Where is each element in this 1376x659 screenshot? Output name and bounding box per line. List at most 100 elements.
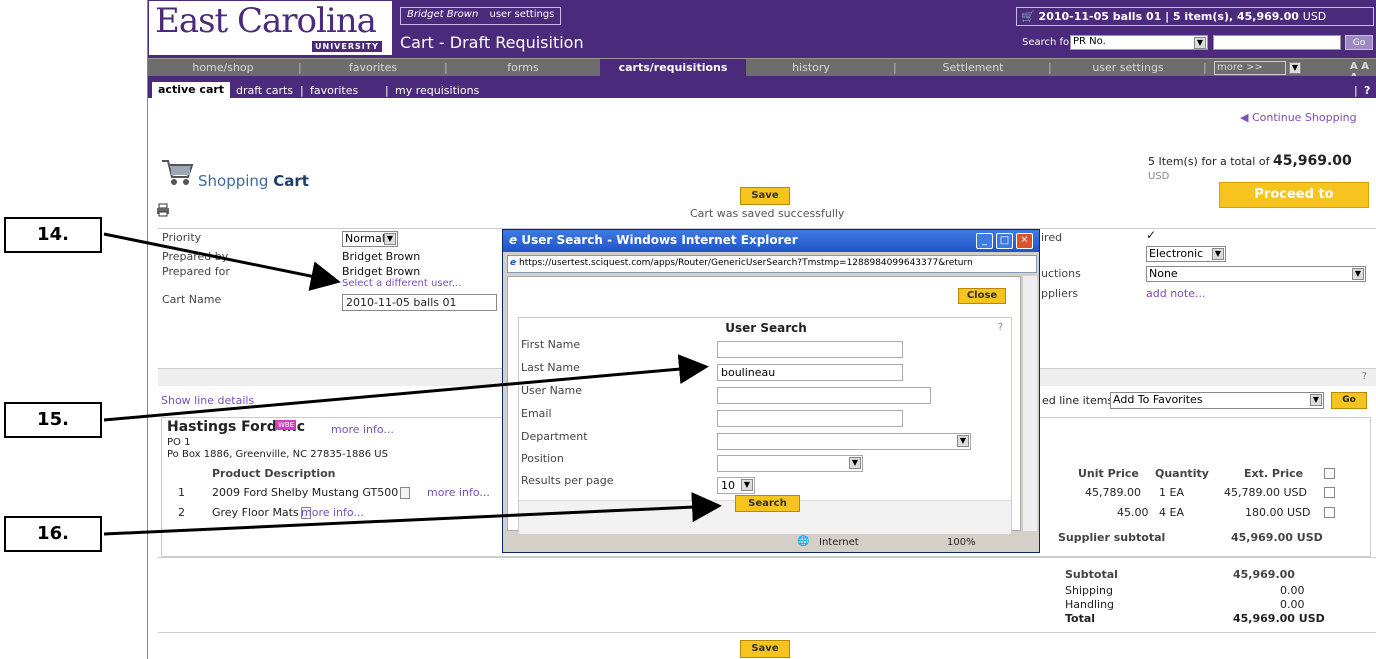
row-more-info-link[interactable]: more info... <box>301 506 364 519</box>
main-nav: home/shop | favorites | forms carts/requ… <box>148 58 1376 83</box>
results-per-page-select[interactable]: 10 ▼ <box>717 477 755 494</box>
first-name-input[interactable] <box>717 341 903 358</box>
supplier-more-info-link[interactable]: more info... <box>331 423 394 436</box>
address-bar[interactable]: e https://usertest.sciquest.com/apps/Rou… <box>507 255 1037 273</box>
row-checkbox[interactable] <box>1324 487 1335 498</box>
cart-icon: 🛒 <box>1021 10 1035 23</box>
row-description-text: Grey Floor Mats <box>212 506 299 519</box>
row-description[interactable]: Grey Floor Mats <box>212 506 311 519</box>
nav-forms[interactable]: forms <box>448 59 598 77</box>
last-name-input[interactable]: boulineau <box>717 364 903 381</box>
chevron-down-icon: ▼ <box>1212 248 1224 260</box>
results-per-page-label: Results per page <box>521 474 614 487</box>
chevron-down-icon[interactable]: ▼ <box>1289 62 1301 74</box>
tab-my-requisitions[interactable]: my requisitions <box>395 84 479 97</box>
cart-name-input[interactable]: 2010-11-05 balls 01 <box>342 294 497 311</box>
row-quantity: 4 EA <box>1159 506 1184 519</box>
zoom-level[interactable]: 100% <box>947 537 976 548</box>
callout-16: 16. <box>4 516 102 552</box>
user-search-popup: e User Search - Windows Internet Explore… <box>502 229 1040 553</box>
row-more-info-link[interactable]: more info... <box>427 486 490 499</box>
shipping-value: 0.00 <box>1280 584 1305 597</box>
nav-home-shop[interactable]: home/shop <box>148 59 298 77</box>
minimize-icon[interactable]: _ <box>976 233 993 249</box>
prepared-for-label: Prepared for <box>162 265 230 278</box>
position-label: Position <box>521 452 564 465</box>
show-line-details-link[interactable]: Show line details <box>161 394 254 407</box>
position-select[interactable]: ▼ <box>717 455 863 472</box>
document-icon[interactable] <box>400 487 411 499</box>
add-note-link[interactable]: add note... <box>1146 287 1205 300</box>
delivery-method-select[interactable]: Electronic ▼ <box>1146 246 1226 262</box>
nav-favorites[interactable]: favorites <box>308 59 438 77</box>
help-icon[interactable]: ? <box>998 322 1003 333</box>
shipping-label: Shipping <box>1065 584 1113 597</box>
row-checkbox[interactable] <box>1324 507 1335 518</box>
maximize-icon[interactable]: □ <box>996 233 1013 249</box>
search-button[interactable]: Search <box>735 495 800 512</box>
search-type-select[interactable]: PR No. ▼ <box>1070 35 1208 50</box>
subtotal-value: 45,969.00 <box>1233 568 1295 581</box>
globe-icon: 🌐 <box>797 536 810 547</box>
tab-draft-carts[interactable]: draft carts <box>236 84 293 97</box>
required-checkbox[interactable]: ✓ <box>1146 229 1157 241</box>
chevron-down-icon: ▼ <box>1352 268 1364 280</box>
chevron-down-icon: ▼ <box>1310 394 1322 406</box>
handling-label: Handling <box>1065 598 1115 611</box>
search-input[interactable] <box>1213 35 1341 50</box>
search-go-button[interactable]: Go <box>1345 35 1373 50</box>
line-action-select[interactable]: Add To Favorites ▼ <box>1110 392 1324 409</box>
user-strip: Bridget Brown user settings <box>400 7 562 25</box>
line-action-go-button[interactable]: Go <box>1331 392 1367 409</box>
user-settings-link[interactable]: user settings <box>490 9 555 20</box>
tab-favorites[interactable]: favorites <box>310 84 358 97</box>
help-icon[interactable]: ? <box>1364 84 1370 97</box>
cart-summary-text: 2010-11-05 balls 01 | 5 item(s), 45,969.… <box>1038 10 1299 23</box>
close-icon[interactable]: ✕ <box>1016 233 1033 249</box>
user-name[interactable]: Bridget Brown <box>407 9 478 20</box>
select-different-user-link[interactable]: Select a different user... <box>342 278 461 289</box>
close-button[interactable]: Close <box>958 288 1006 304</box>
nav-carts-requisitions[interactable]: carts/requisitions <box>600 59 746 77</box>
print-icon[interactable] <box>156 203 170 217</box>
cart-total: 5 Item(s) for a total of 45,969.00 USD <box>1148 153 1376 182</box>
priority-select[interactable]: Normal ▼ <box>342 231 398 247</box>
save-button-bottom[interactable]: Save <box>740 640 790 658</box>
nav-separator: | <box>385 84 389 97</box>
user-search-heading: User Search <box>725 321 807 335</box>
continue-shopping-link[interactable]: ◀ Continue Shopping <box>1240 111 1357 124</box>
popup-title: User Search - Windows Internet Explorer <box>521 233 798 247</box>
popup-scrollbar[interactable] <box>1022 276 1037 531</box>
col-quantity: Quantity <box>1155 467 1209 480</box>
col-unit-price: Unit Price <box>1078 467 1139 480</box>
user-name-input[interactable] <box>717 387 931 404</box>
department-select[interactable]: ▼ <box>717 433 971 450</box>
help-icon[interactable]: ? <box>1362 371 1367 382</box>
proceed-to-checkout-button[interactable]: Proceed to Checkout <box>1219 182 1369 226</box>
tab-active-cart[interactable]: active cart <box>152 82 231 98</box>
department-label: Department <box>521 430 588 443</box>
select-all-checkbox[interactable] <box>1324 468 1335 479</box>
header: East Carolina UNIVERSITY Bridget Brown u… <box>148 0 1376 58</box>
save-button[interactable]: Save <box>740 187 790 205</box>
nav-separator: | <box>1048 61 1052 74</box>
instructions-select[interactable]: None ▼ <box>1146 266 1366 282</box>
email-input[interactable] <box>717 410 903 427</box>
handling-value: 0.00 <box>1280 598 1305 611</box>
nav-settlement[interactable]: Settlement <box>903 59 1043 77</box>
last-name-label: Last Name <box>521 361 580 374</box>
logo[interactable]: East Carolina UNIVERSITY <box>148 0 393 56</box>
results-per-page-value: 10 <box>721 479 735 492</box>
callout-14: 14. <box>4 217 102 253</box>
nav-user-settings[interactable]: user settings <box>1053 59 1203 77</box>
cart-summary[interactable]: 🛒 2010-11-05 balls 01 | 5 item(s), 45,96… <box>1016 7 1374 26</box>
more-select[interactable]: more >> <box>1214 61 1286 75</box>
continue-shopping-label: Continue Shopping <box>1251 111 1357 124</box>
saved-message: Cart was saved successfully <box>690 207 845 220</box>
popup-titlebar[interactable]: e User Search - Windows Internet Explore… <box>503 230 1039 252</box>
priority-value: Normal <box>345 232 385 245</box>
title-part-a: Shopping <box>198 172 269 190</box>
address-url: https://usertest.sciquest.com/apps/Route… <box>518 258 973 268</box>
nav-history[interactable]: history <box>746 59 876 77</box>
row-description[interactable]: 2009 Ford Shelby Mustang GT500 <box>212 486 411 499</box>
